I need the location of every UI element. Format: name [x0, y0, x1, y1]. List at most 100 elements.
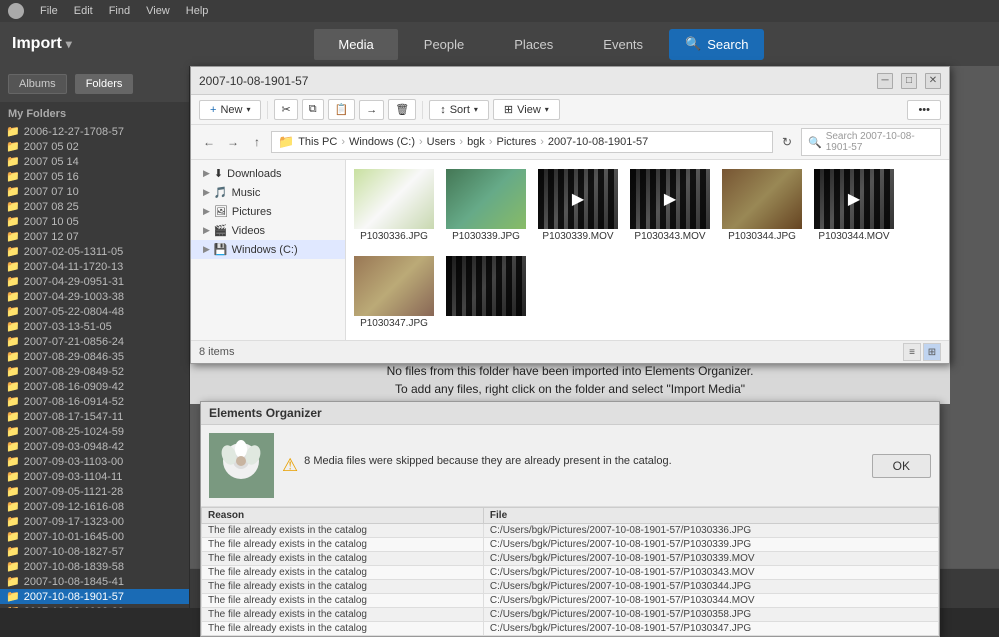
table-row: The file already exists in the catalog C…	[202, 566, 939, 580]
tab-events[interactable]: Events	[579, 29, 667, 60]
search-icon: 🔍	[808, 136, 822, 149]
folder-item[interactable]: 📁2007-07-21-0856-24	[0, 334, 189, 349]
dialog-table-container[interactable]: Reason File The file already exists in t…	[201, 507, 939, 636]
search-box[interactable]: 🔍 Search 2007-10-08-1901-57	[801, 128, 941, 156]
fe-sidebar-videos[interactable]: ▶ 🎬 Videos	[191, 221, 345, 240]
ok-button[interactable]: OK	[872, 454, 931, 478]
folder-item[interactable]: 📁2007 05 16	[0, 169, 189, 184]
folder-item[interactable]: 📁2007-10-08-1922-39	[0, 604, 189, 608]
cut-button[interactable]: ✂	[274, 99, 297, 120]
folder-item[interactable]: 📁2007 12 07	[0, 229, 189, 244]
fe-sidebar-music[interactable]: ▶ 🎵 Music	[191, 183, 345, 202]
reason-cell: The file already exists in the catalog	[202, 552, 484, 566]
maximize-button[interactable]: □	[901, 73, 917, 89]
sort-button[interactable]: ↕ Sort ▾	[429, 100, 489, 120]
folder-icon: 📁	[6, 335, 20, 348]
fe-sidebar-windrive[interactable]: ▶ 💾 Windows (C:)	[191, 240, 345, 259]
tab-people[interactable]: People	[400, 29, 488, 60]
folder-item[interactable]: 📁2007-04-29-0951-31	[0, 274, 189, 289]
menu-find[interactable]: Find	[109, 5, 130, 17]
folder-name: 2007-09-03-0948-42	[24, 441, 124, 453]
folder-item[interactable]: 📁2007-04-11-1720-13	[0, 259, 189, 274]
folder-item[interactable]: 📁2007-09-12-1616-08	[0, 499, 189, 514]
folder-item[interactable]: 📁2007-05-22-0804-48	[0, 304, 189, 319]
folder-item[interactable]: 📁2007-08-25-1024-59	[0, 424, 189, 439]
folder-icon: 📁	[6, 320, 20, 333]
thumbnail-item[interactable]: P1030344.JPG	[718, 164, 806, 247]
folder-item[interactable]: 📁2007-02-05-1311-05	[0, 244, 189, 259]
folder-item[interactable]: 📁2007-08-29-0849-52	[0, 364, 189, 379]
delete-button[interactable]: 🗑	[388, 99, 416, 120]
thumbnail-item[interactable]: ▶ P1030344.MOV	[810, 164, 898, 247]
menu-help[interactable]: Help	[186, 5, 209, 17]
back-button[interactable]: ←	[199, 132, 219, 152]
albums-button[interactable]: Albums	[8, 74, 67, 94]
folder-item[interactable]: 📁2007-09-03-1103-00	[0, 454, 189, 469]
import-arrow[interactable]: ▾	[66, 37, 72, 51]
pictures-icon: 🖼	[214, 205, 228, 218]
folder-icon: 📁	[6, 590, 20, 603]
new-button[interactable]: + New ▾	[199, 100, 261, 120]
folders-button[interactable]: Folders	[75, 74, 134, 94]
folder-item[interactable]: 📁2007 05 02	[0, 139, 189, 154]
menu-view[interactable]: View	[146, 5, 170, 17]
folder-item[interactable]: 📁2007-10-08-1901-57	[0, 589, 189, 604]
folder-item[interactable]: 📁2007 10 05	[0, 214, 189, 229]
folder-item[interactable]: 📁2007 08 25	[0, 199, 189, 214]
menu-file[interactable]: File	[40, 5, 58, 17]
menu-edit[interactable]: Edit	[74, 5, 93, 17]
folder-list[interactable]: 📁2006-12-27-1708-57📁2007 05 02📁2007 05 1…	[0, 124, 189, 608]
move-button[interactable]: →	[359, 100, 384, 120]
forward-button[interactable]: →	[223, 132, 243, 152]
folder-item[interactable]: 📁2007-10-08-1827-57	[0, 544, 189, 559]
folder-item[interactable]: 📁2006-12-27-1708-57	[0, 124, 189, 139]
folder-icon: 📁	[6, 170, 20, 183]
refresh-button[interactable]: ↻	[777, 132, 797, 152]
folder-item[interactable]: 📁2007 05 14	[0, 154, 189, 169]
folder-item[interactable]: 📁2007-10-08-1845-41	[0, 574, 189, 589]
thumbnail-item[interactable]: P1030347.JPG	[350, 251, 438, 334]
folder-item[interactable]: 📁2007-09-17-1323-00	[0, 514, 189, 529]
folder-icon: 📁	[6, 380, 20, 393]
folder-name: 2007-04-29-0951-31	[24, 276, 124, 288]
thumbnail-item[interactable]: P1030339.JPG	[442, 164, 530, 247]
view-button[interactable]: ⊞ View ▾	[493, 99, 560, 120]
folder-item[interactable]: 📁2007-09-05-1121-28	[0, 484, 189, 499]
folder-item[interactable]: 📁2007-08-16-0914-52	[0, 394, 189, 409]
folder-item[interactable]: 📁2007-09-03-0948-42	[0, 439, 189, 454]
copy-button[interactable]: ⧉	[302, 99, 324, 120]
folder-item[interactable]: 📁2007-04-29-1003-38	[0, 289, 189, 304]
downloads-label: Downloads	[227, 168, 281, 180]
folder-item[interactable]: 📁2007-10-01-1645-00	[0, 529, 189, 544]
folder-item[interactable]: 📁2007-08-16-0909-42	[0, 379, 189, 394]
close-button[interactable]: ✕	[925, 73, 941, 89]
minimize-button[interactable]: ─	[877, 73, 893, 89]
thumbnail-item[interactable]: P1030336.JPG	[350, 164, 438, 247]
fe-sidebar-downloads[interactable]: ▶ ⬇ Downloads	[191, 164, 345, 183]
thumb-image: ▶	[814, 169, 894, 229]
tab-search[interactable]: 🔍 Search	[669, 29, 764, 60]
folder-item[interactable]: 📁2007-03-13-51-05	[0, 319, 189, 334]
folder-item[interactable]: 📁2007-08-17-1547-11	[0, 409, 189, 424]
folder-item[interactable]: 📁2007 07 10	[0, 184, 189, 199]
downloads-arrow: ▶	[203, 168, 210, 179]
tab-places[interactable]: Places	[490, 29, 577, 60]
address-bar[interactable]: 📁 This PC › Windows (C:) › Users › bgk ›…	[271, 131, 773, 153]
folder-item[interactable]: 📁2007-09-03-1104-11	[0, 469, 189, 484]
thumbnail-item[interactable]: ▶ P1030343.MOV	[626, 164, 714, 247]
paste-button[interactable]: 📋	[328, 99, 356, 120]
fe-sidebar-pictures[interactable]: ▶ 🖼 Pictures	[191, 202, 345, 221]
folder-item[interactable]: 📁2007-10-08-1839-58	[0, 559, 189, 574]
folder-name: 2007-10-08-1839-58	[24, 561, 124, 573]
info-line2: To add any files, right click on the fol…	[198, 382, 942, 396]
folder-item[interactable]: 📁2007-08-29-0846-35	[0, 349, 189, 364]
up-button[interactable]: ↑	[247, 132, 267, 152]
thumbnail-item[interactable]	[442, 251, 530, 334]
thumbnail-item[interactable]: ▶ P1030339.MOV	[534, 164, 622, 247]
grid-view-button[interactable]: ⊞	[923, 343, 941, 361]
list-view-button[interactable]: ≡	[903, 343, 921, 361]
reason-cell: The file already exists in the catalog	[202, 566, 484, 580]
more-button[interactable]: •••	[907, 100, 941, 120]
folder-icon: 📁	[6, 485, 20, 498]
tab-media[interactable]: Media	[314, 29, 397, 60]
